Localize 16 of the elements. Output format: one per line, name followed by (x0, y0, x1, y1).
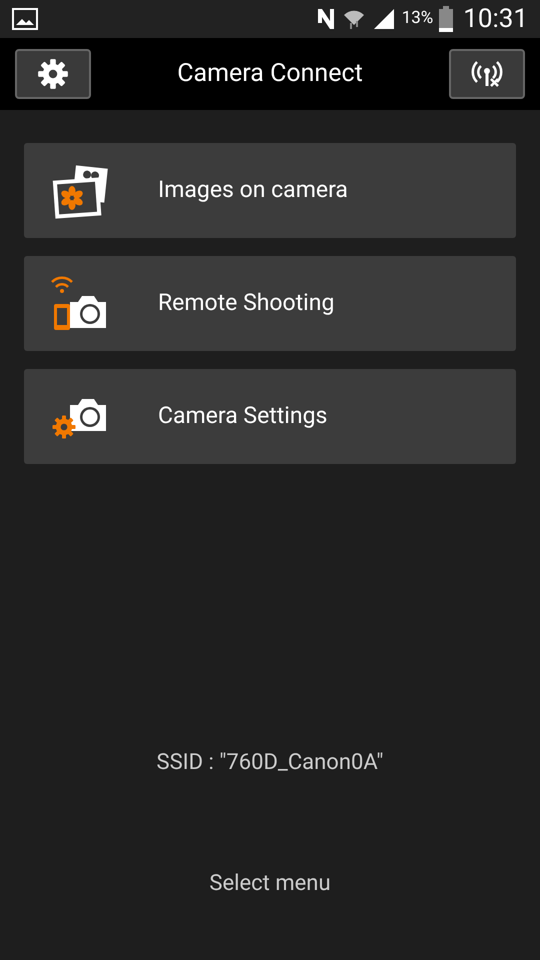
app-title: Camera Connect (177, 58, 363, 90)
ssid-text: SSID : "760D_Canon0A" (156, 749, 384, 777)
status-hint: Select menu (208, 870, 332, 898)
photos-icon (50, 162, 110, 218)
menu-item[interactable]: Camera Settings (24, 369, 516, 464)
battery-icon (439, 6, 454, 32)
clock: 10:31 (463, 2, 528, 36)
menu-item[interactable]: Remote Shooting (24, 256, 516, 351)
wireless-off-icon (470, 59, 504, 89)
battery-percent: 13% (402, 7, 434, 30)
settings-button[interactable] (15, 49, 91, 99)
menu-item[interactable]: Images on camera (24, 143, 516, 238)
disconnect-button[interactable] (449, 49, 525, 99)
image-notification-icon (12, 8, 38, 30)
signal-icon (372, 7, 396, 31)
settings-icon (36, 57, 70, 91)
